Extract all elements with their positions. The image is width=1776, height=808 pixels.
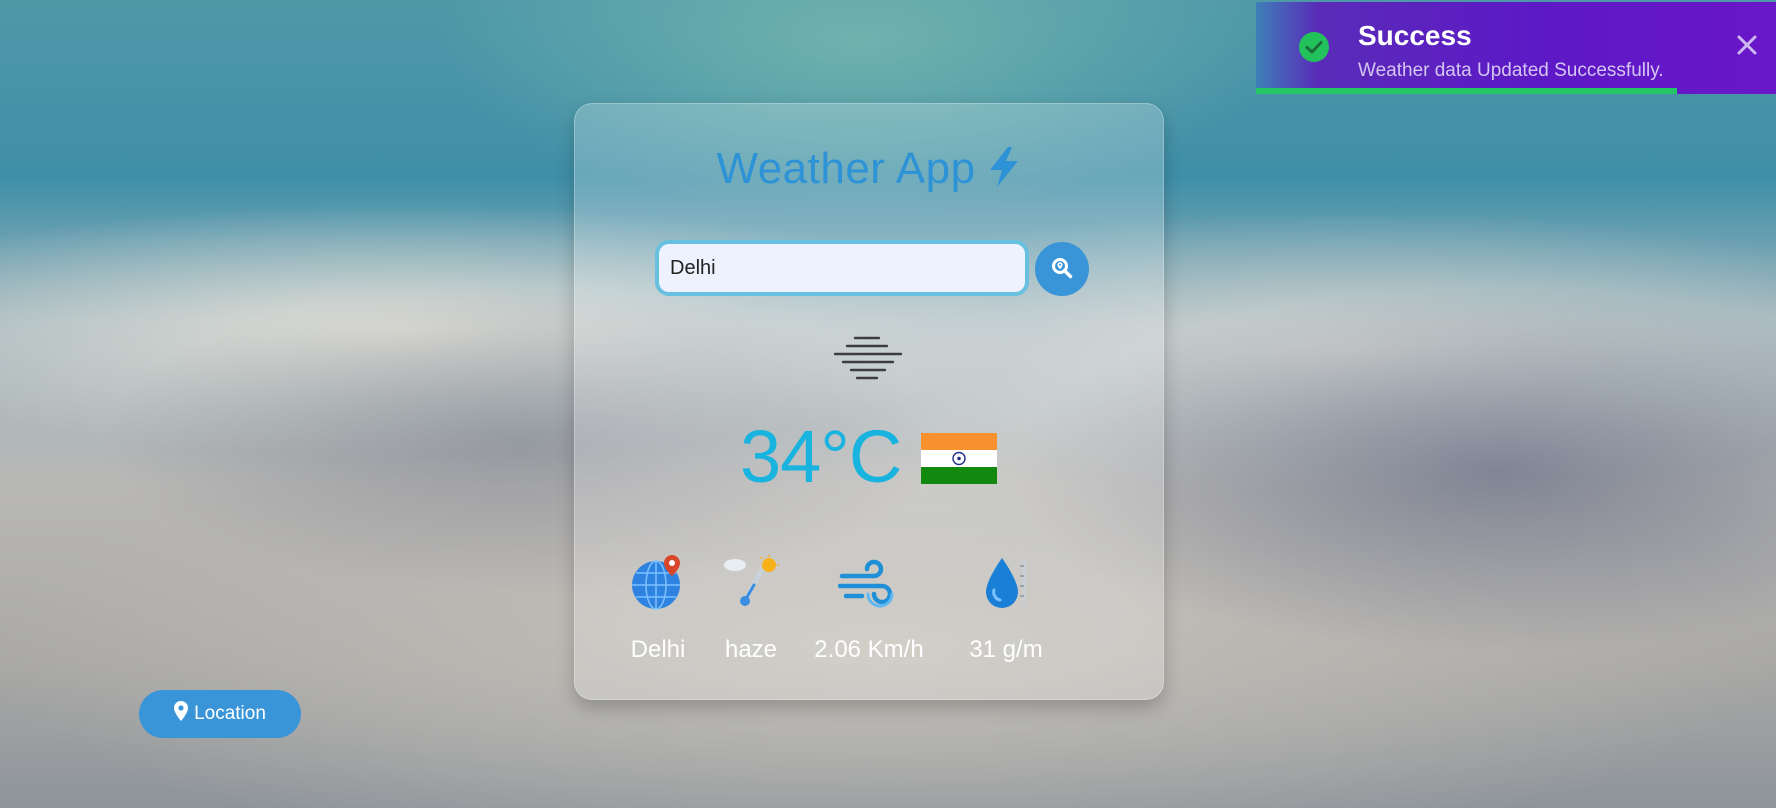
map-pin-icon [174, 701, 189, 727]
check-circle-icon [1298, 31, 1330, 67]
temperature: 34°C [740, 415, 902, 498]
weather-card: Weather App Delhi 34°C Delhi haze 2.06 K… [574, 103, 1164, 700]
stat-condition-value: haze [724, 636, 778, 663]
search-button[interactable] [1035, 242, 1089, 296]
location-button-label: Location [194, 703, 266, 724]
close-icon [1736, 35, 1758, 59]
stat-wind: 2.06 Km/h [804, 554, 934, 664]
lightning-icon [986, 145, 1022, 200]
toast-message: Weather data Updated Successfully. [1358, 60, 1664, 81]
city-search-input[interactable] [655, 240, 1029, 296]
location-button[interactable]: Location [139, 690, 301, 738]
toast-progress-bar [1256, 88, 1678, 94]
weather-thermometer-icon [686, 554, 816, 612]
search-bar [655, 240, 1089, 296]
wind-icon [804, 554, 934, 612]
search-location-icon [1051, 257, 1073, 282]
app-title-text: Weather App [716, 144, 976, 193]
toast-title: Success [1358, 20, 1472, 51]
stat-condition: haze [686, 554, 816, 664]
stat-humidity: 31 g/m [941, 554, 1071, 664]
stat-wind-value: 2.06 Km/h [814, 636, 924, 663]
humidity-drop-icon [941, 554, 1071, 612]
success-toast: Success Weather data Updated Successfull… [1256, 2, 1776, 94]
toast-close-button[interactable] [1736, 34, 1758, 59]
haze-icon [833, 334, 905, 386]
stat-humidity-value: 31 g/m [969, 636, 1043, 663]
india-flag [921, 433, 997, 484]
app-title: Weather App [575, 144, 1163, 200]
